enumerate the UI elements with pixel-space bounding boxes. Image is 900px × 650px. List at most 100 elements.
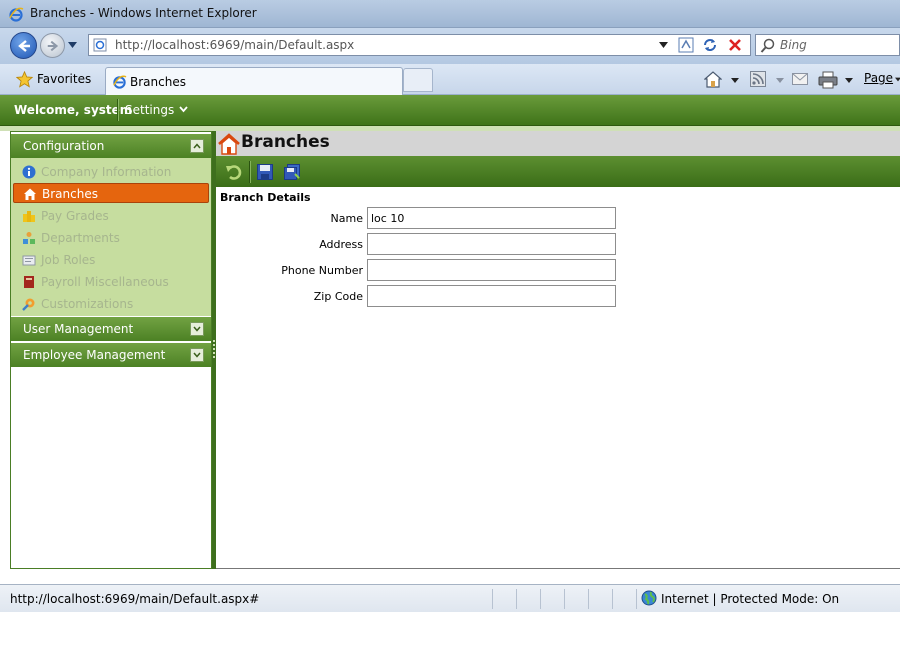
page-dropdown-icon[interactable] xyxy=(895,77,900,82)
feeds-icon[interactable] xyxy=(750,71,766,87)
window-title-bar: Branches - Windows Internet Explorer xyxy=(0,0,900,28)
new-tab-button[interactable] xyxy=(403,68,433,92)
print-dropdown-icon[interactable] xyxy=(845,78,853,83)
favorites-bar: Favorites Branches Page xyxy=(0,64,900,95)
status-divider xyxy=(492,589,493,609)
address-dropdown-icon[interactable] xyxy=(659,42,668,48)
job-roles-icon xyxy=(22,255,36,266)
status-divider xyxy=(540,589,541,609)
status-divider xyxy=(612,589,613,609)
sidebar-item-departments[interactable]: Departments xyxy=(13,228,209,248)
chevron-up-icon xyxy=(193,143,201,149)
chevron-down-icon xyxy=(193,352,201,358)
sidebar-item-job-roles[interactable]: Job Roles xyxy=(13,250,209,270)
sidebar-item-label: Payroll Miscellaneous xyxy=(41,275,169,289)
security-zone-text: Internet | Protected Mode: On xyxy=(661,592,840,606)
home-dropdown-icon[interactable] xyxy=(731,78,739,83)
globe-icon xyxy=(641,590,657,606)
address-toolbar: http://localhost:6969/main/Default.aspx … xyxy=(0,28,900,64)
toolbar-divider xyxy=(249,161,250,183)
back-button[interactable] xyxy=(10,32,37,59)
collapse-toggle[interactable] xyxy=(190,139,204,153)
content-border xyxy=(216,568,900,569)
save-all-icon[interactable] xyxy=(283,163,301,181)
chevron-down-icon[interactable] xyxy=(179,106,188,113)
search-input[interactable]: Bing xyxy=(755,34,900,56)
accordion-header-user-management[interactable]: User Management xyxy=(11,317,211,341)
favorites-button[interactable]: Favorites xyxy=(8,67,103,92)
home-icon xyxy=(218,133,240,155)
status-divider xyxy=(564,589,565,609)
accordion-title: User Management xyxy=(23,322,134,336)
arrow-left-icon xyxy=(18,40,30,52)
sidebar-item-branches[interactable]: Branches xyxy=(13,183,209,203)
accordion-header-configuration[interactable]: Configuration xyxy=(11,134,211,158)
print-icon[interactable] xyxy=(818,71,838,89)
expand-toggle[interactable] xyxy=(190,322,204,336)
feeds-dropdown-icon[interactable] xyxy=(776,78,784,83)
phone-number-field[interactable] xyxy=(367,259,616,281)
tab-branches[interactable]: Branches xyxy=(105,67,403,95)
name-label: Name xyxy=(330,212,363,225)
sidebar-item-label: Job Roles xyxy=(41,253,96,267)
sidebar-item-label: Departments xyxy=(41,231,120,245)
accordion-title: Employee Management xyxy=(23,348,166,362)
accordion-header-employee-management[interactable]: Employee Management xyxy=(11,343,211,367)
ie-logo-icon xyxy=(9,7,24,22)
refresh-icon[interactable] xyxy=(701,36,719,54)
phone-number-label: Phone Number xyxy=(281,264,363,277)
sidebar-item-company-information[interactable]: Company Information xyxy=(13,162,209,182)
home-page-icon[interactable] xyxy=(704,71,722,88)
welcome-text: Welcome, system xyxy=(14,103,133,117)
address-label: Address xyxy=(319,238,363,251)
header-divider xyxy=(117,99,118,121)
address-url: http://localhost:6969/main/Default.aspx xyxy=(115,38,355,52)
zip-code-label: Zip Code xyxy=(313,290,363,303)
sidebar-item-label: Pay Grades xyxy=(41,209,109,223)
address-input[interactable]: http://localhost:6969/main/Default.aspx xyxy=(88,34,751,56)
undo-icon[interactable] xyxy=(225,163,243,181)
configuration-menu: Company Information Branches Pay Grades … xyxy=(11,158,211,316)
settings-menu[interactable]: Settings xyxy=(125,103,174,117)
form-toolbar xyxy=(216,156,900,187)
sidebar-item-customizations[interactable]: Customizations xyxy=(13,294,209,314)
departments-icon xyxy=(23,232,35,244)
page-icon xyxy=(93,38,107,52)
mail-icon[interactable] xyxy=(792,73,808,85)
expand-toggle[interactable] xyxy=(190,348,204,362)
search-icon xyxy=(760,38,775,53)
info-icon xyxy=(22,165,36,179)
compatibility-view-icon[interactable] xyxy=(677,36,695,54)
star-icon xyxy=(16,71,33,88)
page-title: Branches xyxy=(241,132,330,152)
sidebar: Configuration Company Information Branch… xyxy=(10,131,212,569)
status-divider xyxy=(636,589,637,609)
status-divider xyxy=(588,589,589,609)
arrow-right-icon xyxy=(47,40,59,52)
stop-icon[interactable] xyxy=(726,36,744,54)
page-menu[interactable]: Page xyxy=(864,71,893,85)
app-header: Welcome, system Settings xyxy=(0,95,900,126)
recent-pages-dropdown-icon[interactable] xyxy=(68,42,77,48)
sidebar-item-label: Company Information xyxy=(41,165,172,179)
accordion-title: Configuration xyxy=(23,139,105,153)
main-content: Branches Branch Details Name Address Pho… xyxy=(216,131,900,569)
save-icon[interactable] xyxy=(256,163,274,181)
forward-button[interactable] xyxy=(40,33,65,58)
splitter-grip[interactable] xyxy=(213,340,215,358)
page-title-bar: Branches xyxy=(216,131,900,156)
pay-grades-icon xyxy=(23,211,35,222)
home-icon xyxy=(24,188,36,200)
name-field[interactable] xyxy=(367,207,616,229)
sidebar-item-label: Customizations xyxy=(41,297,134,311)
search-placeholder: Bing xyxy=(780,38,807,52)
book-icon xyxy=(24,276,34,288)
tab-label: Branches xyxy=(130,75,186,89)
customizations-icon xyxy=(22,298,35,311)
sidebar-item-label: Branches xyxy=(42,187,98,201)
zip-code-field[interactable] xyxy=(367,285,616,307)
address-field[interactable] xyxy=(367,233,616,255)
sidebar-item-payroll-miscellaneous[interactable]: Payroll Miscellaneous xyxy=(13,272,209,292)
status-bar: http://localhost:6969/main/Default.aspx#… xyxy=(0,584,900,612)
sidebar-item-pay-grades[interactable]: Pay Grades xyxy=(13,206,209,226)
